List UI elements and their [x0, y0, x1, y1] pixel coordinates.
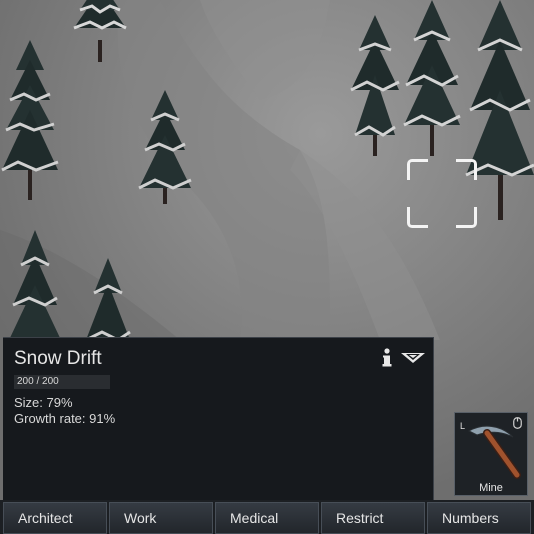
hitpoints-bar: 200 / 200: [14, 375, 110, 389]
tab-medical[interactable]: Medical: [215, 502, 319, 534]
size-stat: Size: 79%: [14, 395, 73, 410]
inspect-title: Snow Drift: [14, 348, 102, 369]
inspect-panel: Snow Drift 200 / 200 Size: 79% Growth ra…: [3, 337, 434, 501]
selection-bracket-top-right: [456, 159, 477, 180]
selection-bracket-bottom-left: [407, 207, 428, 228]
selection-bracket-bottom-right: [456, 207, 477, 228]
mine-command-button[interactable]: L Mine: [454, 412, 528, 496]
hitpoints-text: 200 / 200: [17, 376, 59, 387]
main-tab-bar: Architect Work Medical Restrict Numbers: [0, 500, 534, 534]
mine-command-label: Mine: [479, 482, 503, 494]
tab-restrict[interactable]: Restrict: [321, 502, 425, 534]
collapse-arrow-icon[interactable]: [400, 352, 426, 364]
tab-numbers[interactable]: Numbers: [427, 502, 531, 534]
growth-rate-stat: Growth rate: 91%: [14, 411, 116, 426]
pickaxe-icon: [467, 425, 521, 479]
selection-bracket-top-left: [407, 159, 428, 180]
tab-work[interactable]: Work: [109, 502, 213, 534]
tab-architect[interactable]: Architect: [3, 502, 107, 534]
info-icon[interactable]: [380, 348, 394, 368]
